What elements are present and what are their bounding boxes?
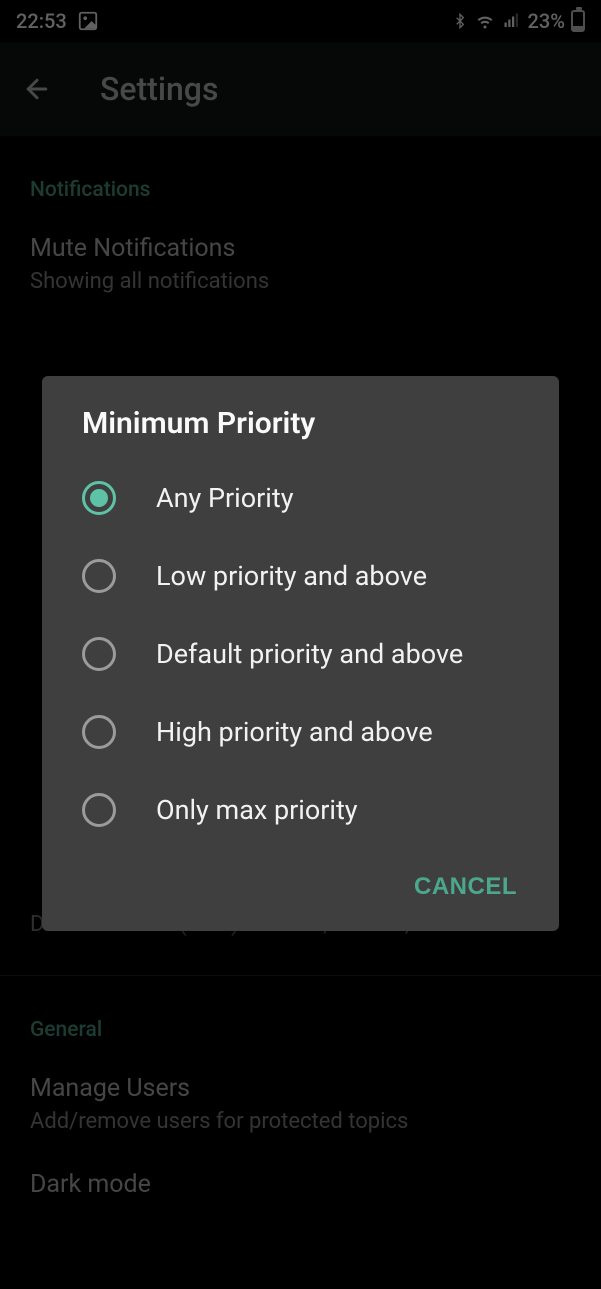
radio-label: Any Priority bbox=[156, 482, 293, 514]
radio-icon bbox=[82, 715, 116, 749]
radio-option-only-max-priority[interactable]: Only max priority bbox=[42, 771, 559, 849]
radio-option-any-priority[interactable]: Any Priority bbox=[42, 459, 559, 537]
radio-icon bbox=[82, 559, 116, 593]
radio-label: Low priority and above bbox=[156, 560, 427, 592]
radio-icon bbox=[82, 793, 116, 827]
radio-label: Default priority and above bbox=[156, 638, 463, 670]
radio-icon bbox=[82, 637, 116, 671]
radio-option-default-priority[interactable]: Default priority and above bbox=[42, 615, 559, 693]
radio-label: Only max priority bbox=[156, 794, 358, 826]
radio-option-high-priority[interactable]: High priority and above bbox=[42, 693, 559, 771]
radio-option-low-priority[interactable]: Low priority and above bbox=[42, 537, 559, 615]
dialog-title: Minimum Priority bbox=[42, 406, 559, 459]
radio-label: High priority and above bbox=[156, 716, 433, 748]
minimum-priority-dialog: Minimum Priority Any Priority Low priori… bbox=[42, 376, 559, 931]
radio-icon bbox=[82, 481, 116, 515]
cancel-button[interactable]: CANCEL bbox=[406, 867, 525, 907]
